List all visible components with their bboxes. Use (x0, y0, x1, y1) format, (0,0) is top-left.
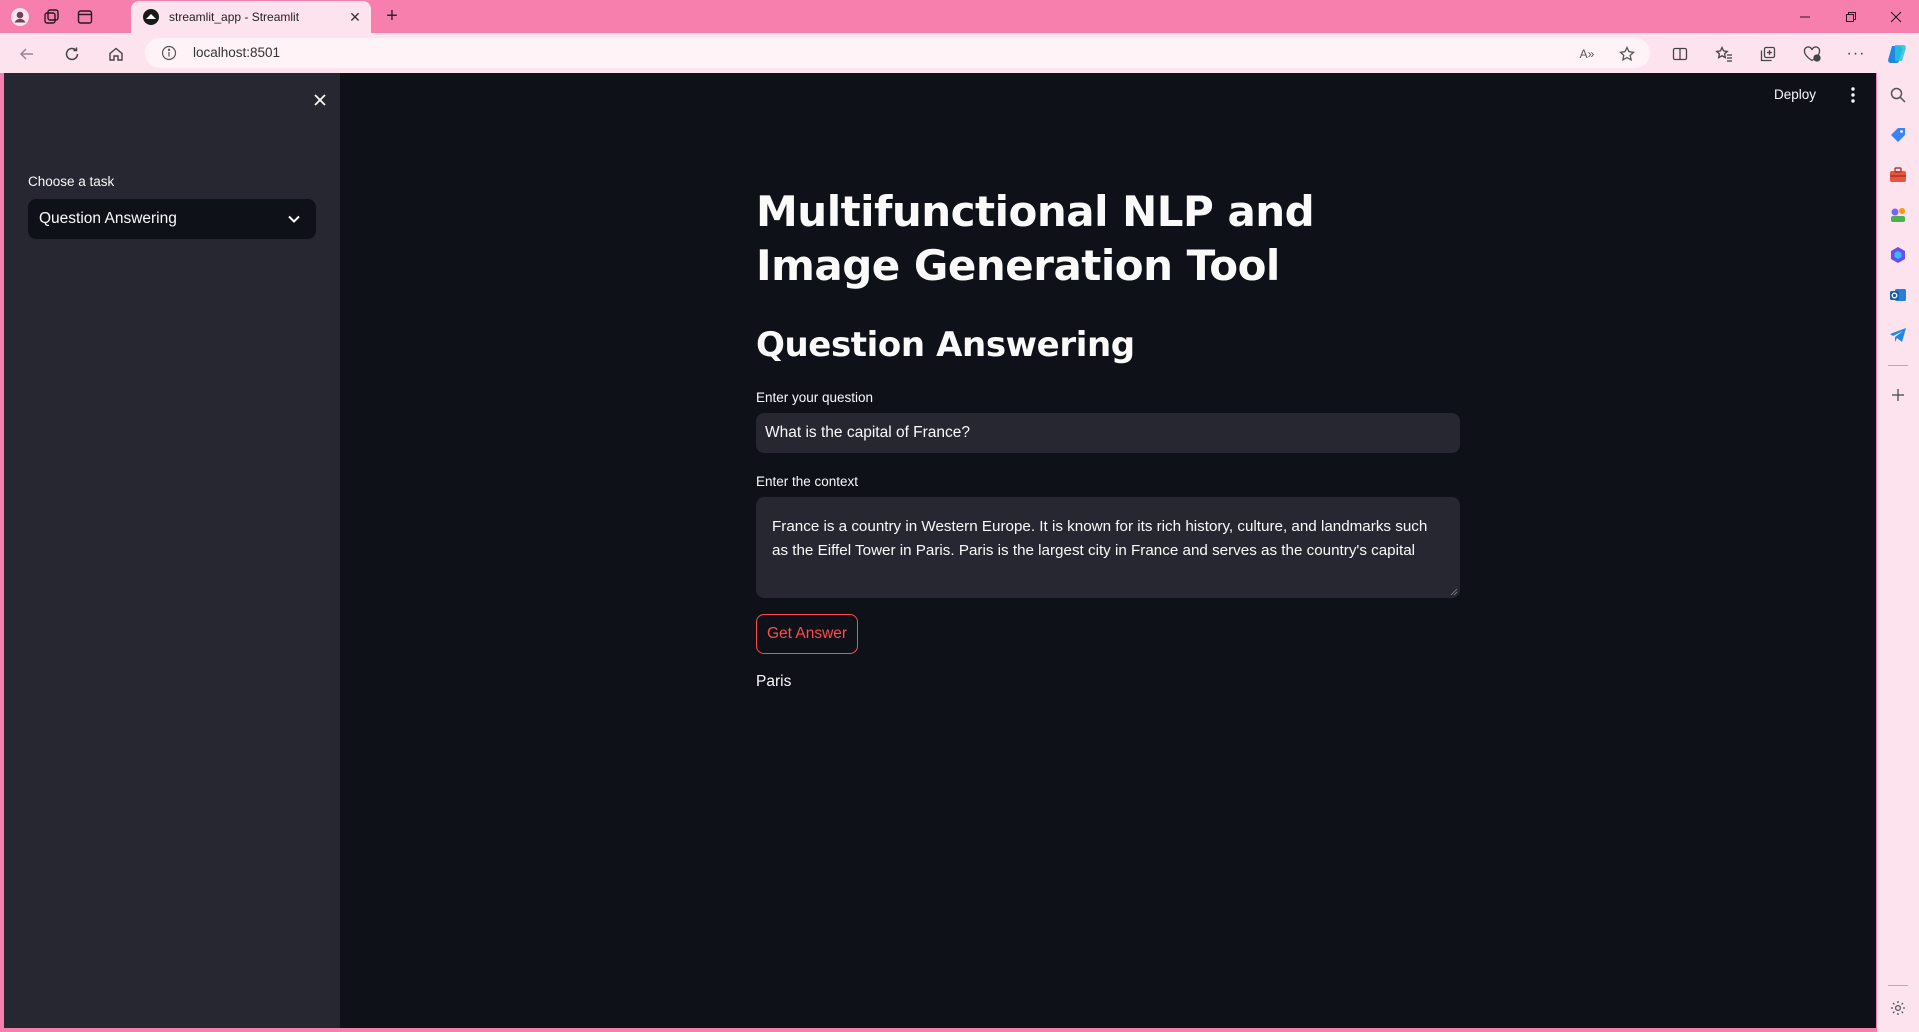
favorites-icon[interactable] (1712, 42, 1736, 66)
outlook-icon[interactable] (1888, 285, 1908, 305)
games-icon[interactable] (1888, 205, 1908, 225)
search-icon[interactable] (1888, 85, 1908, 105)
sidebar-close-icon[interactable] (308, 88, 332, 112)
question-label: Enter your question (756, 390, 874, 405)
main-menu-icon[interactable] (1844, 85, 1862, 105)
minimize-icon[interactable] (1782, 0, 1828, 33)
sidebar: Choose a task Question Answering (4, 73, 340, 1028)
url-text: localhost:8501 (193, 45, 281, 60)
microsoft-365-icon[interactable] (1888, 245, 1908, 265)
deploy-button[interactable]: Deploy (1774, 87, 1816, 102)
context-text: France is a country in Western Europe. I… (772, 518, 1428, 559)
restore-icon[interactable] (1828, 0, 1874, 33)
answer-text: Paris (756, 673, 792, 690)
split-screen-icon[interactable] (1668, 42, 1692, 66)
browser-tab-active[interactable]: streamlit_app - Streamlit ✕ (131, 1, 371, 33)
task-select-value: Question Answering (39, 210, 177, 227)
new-tab-button[interactable]: + (380, 5, 404, 29)
send-telegram-icon[interactable] (1888, 325, 1908, 345)
browser-toolbar: localhost:8501 A» ··· (0, 33, 1919, 73)
more-options-icon[interactable]: ··· (1844, 42, 1868, 66)
task-select[interactable]: Question Answering (28, 199, 316, 239)
address-bar[interactable]: localhost:8501 A» (145, 38, 1650, 68)
site-info-icon[interactable] (161, 45, 177, 61)
tab-title: streamlit_app - Streamlit (169, 10, 300, 24)
browser-essentials-icon[interactable] (1800, 42, 1824, 66)
collections-icon[interactable] (1756, 42, 1780, 66)
home-icon[interactable] (104, 42, 128, 66)
section-heading: Question Answering (756, 325, 1135, 365)
read-aloud-icon[interactable]: A» (1577, 44, 1597, 64)
settings-gear-icon[interactable] (1888, 998, 1908, 1018)
streamlit-favicon-icon (143, 9, 159, 25)
profile-icon[interactable] (9, 7, 31, 27)
add-icon[interactable] (1888, 385, 1908, 405)
chevron-down-icon (284, 209, 304, 229)
task-select-label: Choose a task (28, 174, 115, 189)
tools-briefcase-icon[interactable] (1888, 165, 1908, 185)
edge-sidebar (1877, 73, 1919, 1032)
rail-divider-bottom (1888, 985, 1908, 986)
shopping-tag-icon[interactable] (1888, 125, 1908, 145)
copilot-icon[interactable] (1885, 42, 1909, 66)
rail-divider (1888, 365, 1908, 366)
context-label: Enter the context (756, 474, 859, 489)
resize-handle-icon[interactable] (1450, 588, 1458, 596)
vertical-tabs-icon[interactable] (74, 7, 96, 27)
reload-icon[interactable] (60, 42, 84, 66)
get-answer-button[interactable]: Get Answer (756, 614, 858, 654)
context-textarea[interactable]: France is a country in Western Europe. I… (756, 497, 1460, 598)
close-window-icon[interactable] (1873, 0, 1919, 33)
browser-tab-strip: streamlit_app - Streamlit ✕ + (0, 0, 1919, 33)
favorite-star-icon[interactable] (1617, 44, 1637, 64)
app-viewport: Choose a task Question Answering Deploy … (4, 73, 1876, 1028)
tab-close-icon[interactable]: ✕ (345, 7, 365, 27)
page-title: Multifunctional NLP and Image Generation… (756, 187, 1315, 290)
workspaces-icon[interactable] (41, 7, 63, 27)
back-icon[interactable] (15, 42, 39, 66)
question-input[interactable]: What is the capital of France? (756, 413, 1460, 453)
